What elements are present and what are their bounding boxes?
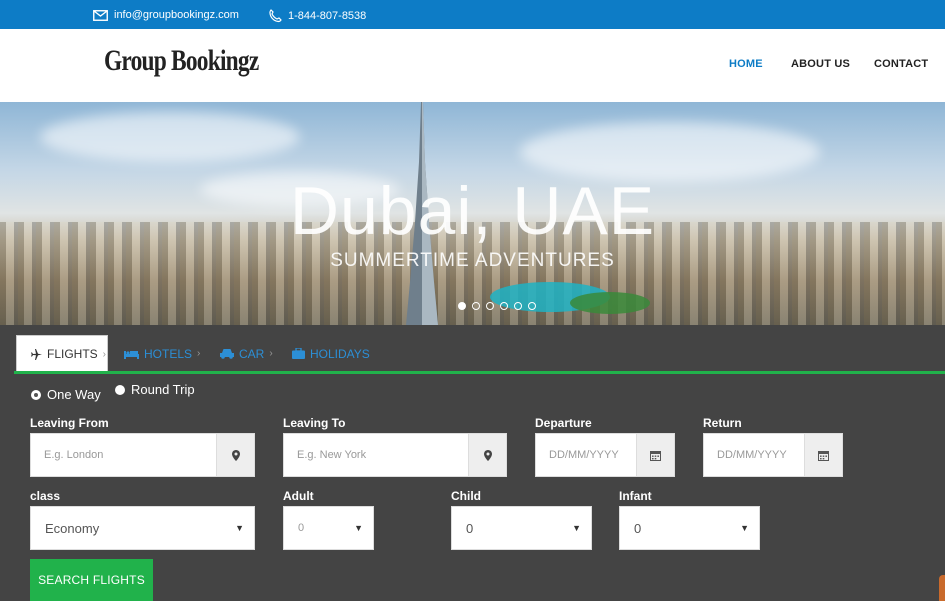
slider-dot[interactable] — [458, 302, 466, 310]
return-field[interactable]: DD/MM/YYYY — [703, 433, 843, 477]
class-label: class — [30, 489, 61, 503]
hero-subtitle: SUMMERTIME ADVENTURES — [330, 250, 615, 271]
return-label: Return — [703, 416, 742, 430]
leaving-to-label: Leaving To — [283, 416, 346, 430]
contact-bar: info@groupbookingz.com 1-844-807-8538 — [0, 0, 945, 29]
leaving-from-label: Leaving From — [30, 416, 109, 430]
slider-dot[interactable] — [486, 302, 494, 310]
plane-icon — [31, 348, 42, 360]
return-input[interactable]: DD/MM/YYYY — [704, 434, 804, 476]
leaving-to-field[interactable]: E.g. New York — [283, 433, 507, 477]
tab-holidays[interactable]: HOLIDAYS — [292, 335, 370, 372]
tabs-underline — [14, 371, 945, 374]
tab-car[interactable]: CAR › — [220, 335, 273, 372]
hero-cloud — [40, 112, 300, 162]
site-header: Group Bookingz HOME ABOUT US CONTACT — [0, 29, 945, 102]
nav-home[interactable]: HOME — [729, 58, 763, 70]
suitcase-icon — [292, 348, 305, 359]
class-select-value: Economy — [45, 520, 100, 536]
phone-icon — [269, 9, 282, 23]
departure-label: Departure — [535, 416, 592, 430]
tab-flights-label: FLIGHTS — [47, 347, 98, 361]
caret-down-icon: ▼ — [354, 523, 363, 533]
leaving-from-input[interactable]: E.g. London — [31, 434, 216, 476]
chevron-right-icon: › — [102, 348, 107, 360]
nav-contact[interactable]: CONTACT — [874, 58, 928, 70]
adult-select-value: 0 — [298, 522, 305, 534]
child-select[interactable]: 0 ▼ — [451, 506, 592, 550]
chevron-right-icon: › — [197, 348, 201, 359]
tab-hotels-label: HOTELS — [144, 346, 193, 361]
tab-holidays-label: HOLIDAYS — [310, 346, 370, 361]
departure-input[interactable]: DD/MM/YYYY — [536, 434, 636, 476]
child-label: Child — [451, 489, 481, 503]
infant-label: Infant — [619, 489, 652, 503]
map-marker-icon — [216, 434, 254, 476]
slider-dot[interactable] — [528, 302, 536, 310]
hero-title: Dubai, UAE — [289, 173, 656, 249]
chevron-right-icon: › — [269, 348, 273, 359]
caret-down-icon: ▼ — [740, 523, 749, 533]
slider-dot[interactable] — [472, 302, 480, 310]
map-marker-icon — [468, 434, 506, 476]
envelope-icon — [93, 9, 108, 21]
contact-email-text: info@groupbookingz.com — [114, 9, 239, 21]
contact-email[interactable]: info@groupbookingz.com — [93, 9, 239, 21]
adult-select[interactable]: 0 ▼ — [283, 506, 374, 550]
caret-down-icon: ▼ — [235, 523, 244, 533]
calendar-icon[interactable] — [636, 434, 674, 476]
car-icon — [220, 349, 234, 359]
child-select-value: 0 — [466, 520, 474, 536]
round-trip-option[interactable]: Round Trip — [115, 382, 195, 397]
class-select[interactable]: Economy ▼ — [30, 506, 255, 550]
adult-label: Adult — [283, 489, 314, 503]
slider-dot[interactable] — [514, 302, 522, 310]
calendar-icon[interactable] — [804, 434, 842, 476]
departure-field[interactable]: DD/MM/YYYY — [535, 433, 675, 477]
nav-about-us[interactable]: ABOUT US — [791, 58, 850, 70]
slider-dot[interactable] — [500, 302, 508, 310]
tab-flights[interactable]: FLIGHTS › — [16, 335, 108, 372]
bed-icon — [124, 350, 139, 359]
one-way-label: One Way — [47, 387, 101, 402]
tab-hotels[interactable]: HOTELS › — [124, 335, 200, 372]
search-flights-button[interactable]: SEARCH FLIGHTS — [30, 559, 153, 601]
round-trip-radio[interactable] — [115, 384, 125, 395]
infant-select-value: 0 — [634, 520, 642, 536]
infant-select[interactable]: 0 ▼ — [619, 506, 760, 550]
contact-phone[interactable]: 1-844-807-8538 — [268, 9, 366, 23]
hero-park — [570, 292, 650, 314]
one-way-radio[interactable] — [31, 389, 41, 400]
caret-down-icon: ▼ — [572, 523, 581, 533]
leaving-to-input[interactable]: E.g. New York — [284, 434, 468, 476]
contact-phone-text: 1-844-807-8538 — [288, 10, 367, 22]
tab-car-label: CAR — [239, 346, 265, 361]
round-trip-label: Round Trip — [131, 382, 195, 397]
one-way-option[interactable]: One Way — [31, 387, 101, 402]
search-panel: FLIGHTS › HOTELS › CAR › HOLIDAYS One Wa… — [0, 325, 945, 601]
leaving-from-field[interactable]: E.g. London — [30, 433, 255, 477]
chat-widget-tab[interactable] — [939, 575, 945, 601]
hero-slider: Dubai, UAE SUMMERTIME ADVENTURES — [0, 102, 945, 325]
slider-dots — [458, 302, 536, 310]
site-logo[interactable]: Group Bookingz — [104, 36, 259, 86]
